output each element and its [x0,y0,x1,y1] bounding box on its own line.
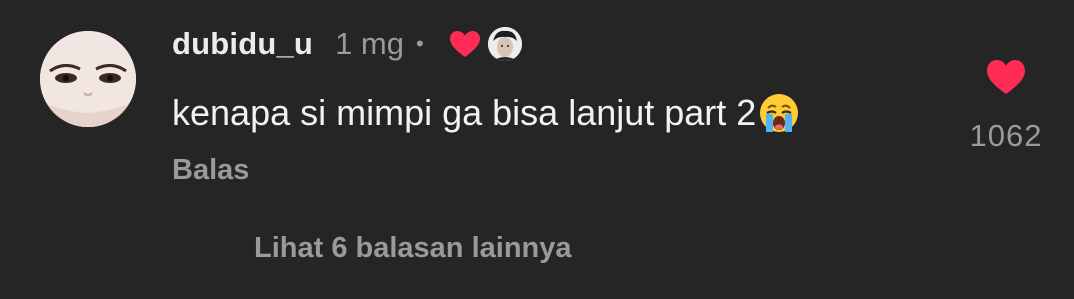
user-avatar[interactable] [40,31,136,127]
heart-icon[interactable] [985,58,1027,96]
heart-icon [449,31,480,57]
comment-text: kenapa si mimpi ga bisa lanjut part 2 [172,92,757,133]
like-count: 1062 [969,118,1043,153]
liked-by-creator [448,27,522,61]
like-section: 1062 [966,58,1046,154]
comment-header: dubidu_u 1 mg • [172,24,522,64]
reply-button[interactable]: Balas [172,154,249,187]
view-more-replies-button[interactable]: Lihat 6 balasan lainnya [254,232,572,265]
comment-body: kenapa si mimpi ga bisa lanjut part 2 [172,89,800,137]
comment-timestamp: 1 mg [335,26,404,61]
loudly-crying-face-emoji [760,94,799,132]
username[interactable]: dubidu_u [172,26,313,62]
separator-dot: • [416,31,424,56]
creator-avatar [487,27,522,61]
comment-item: dubidu_u 1 mg • kenapa si mimpi ga bisa … [0,0,1074,299]
